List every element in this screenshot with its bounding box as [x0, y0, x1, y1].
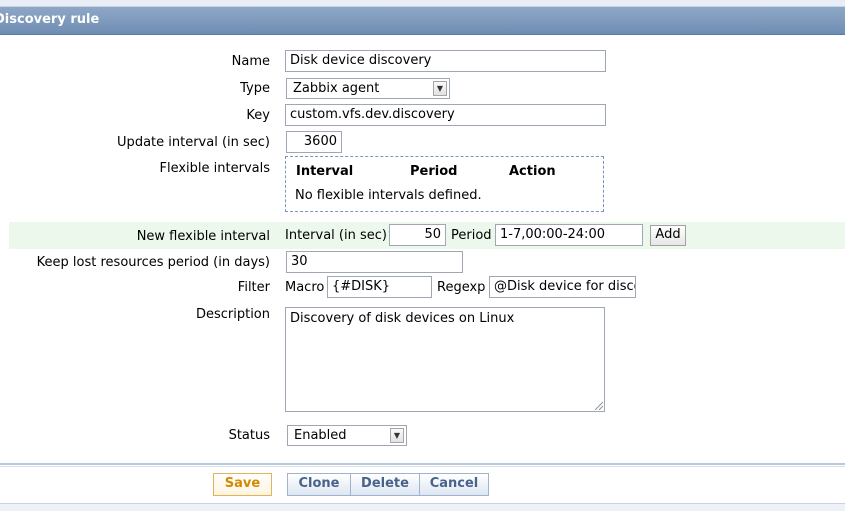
new-flexible-interval-label: New flexible interval — [136, 229, 270, 244]
cancel-button[interactable]: Cancel — [419, 473, 489, 496]
status-select-value: Enabled — [294, 428, 347, 443]
description-text: Discovery of disk devices on Linux — [290, 311, 515, 326]
delete-button[interactable]: Delete — [350, 473, 420, 496]
macro-input[interactable]: {#DISK} — [327, 276, 432, 298]
flexible-intervals-label: Flexible intervals — [159, 161, 271, 176]
type-select[interactable]: Zabbix agent ▼ — [286, 78, 450, 99]
save-button[interactable]: Save — [213, 473, 272, 496]
period-input[interactable]: 1-7,00:00-24:00 — [495, 224, 643, 246]
keep-lost-label: Keep lost resources period (in days) — [36, 255, 270, 270]
column-header-period: Period — [410, 164, 458, 179]
regexp-input[interactable]: @Disk device for disco — [489, 276, 636, 298]
description-label: Description — [195, 307, 270, 322]
update-interval-input[interactable]: 3600 — [286, 131, 342, 153]
flexible-intervals-empty-text: No flexible intervals defined. — [295, 188, 482, 203]
flexible-intervals-table: Interval Period Action No flexible inter… — [285, 156, 604, 212]
chevron-down-icon[interactable]: ▼ — [433, 81, 447, 96]
footer-separator — [0, 463, 845, 465]
name-label: Name — [231, 54, 270, 69]
update-interval-label: Update interval (in sec) — [117, 135, 270, 150]
interval-input[interactable]: 50 — [389, 224, 446, 246]
chevron-down-icon[interactable]: ▼ — [390, 428, 404, 443]
type-select-value: Zabbix agent — [293, 81, 380, 96]
type-label: Type — [240, 81, 270, 96]
column-header-interval: Interval — [296, 164, 354, 179]
key-input[interactable]: custom.vfs.dev.discovery — [285, 104, 606, 126]
status-select[interactable]: Enabled ▼ — [287, 425, 407, 446]
regexp-label: Regexp — [437, 280, 486, 295]
resize-grip-icon[interactable] — [595, 402, 603, 410]
filter-label: Filter — [237, 280, 270, 295]
name-input[interactable]: Disk device discovery — [285, 50, 606, 72]
footer-separator-light — [0, 466, 845, 467]
status-label: Status — [228, 428, 270, 443]
period-label: Period — [451, 228, 492, 243]
key-label: Key — [246, 108, 270, 123]
top-border — [0, 0, 845, 7]
description-textarea[interactable]: Discovery of disk devices on Linux — [285, 307, 605, 412]
form-header: Discovery rule — [0, 7, 845, 35]
interval-label: Interval (in sec) — [285, 228, 387, 243]
macro-label: Macro — [285, 280, 325, 295]
form-title: Discovery rule — [0, 12, 100, 27]
clone-button[interactable]: Clone — [287, 473, 351, 496]
keep-lost-input[interactable]: 30 — [286, 251, 463, 273]
column-header-action: Action — [509, 164, 556, 179]
add-interval-button[interactable]: Add — [650, 225, 686, 246]
